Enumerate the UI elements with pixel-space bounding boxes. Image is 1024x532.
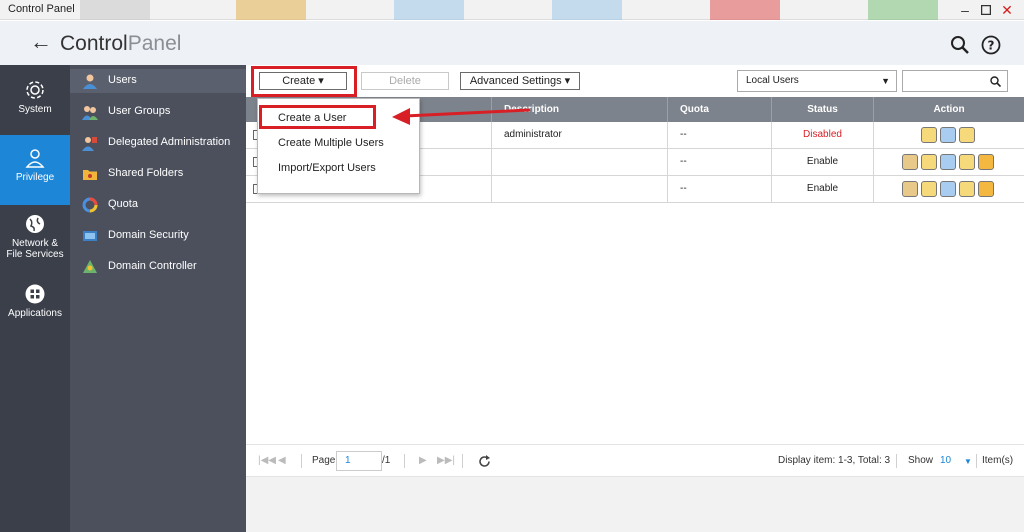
show-label: Show bbox=[908, 455, 934, 466]
items-label: Item(s) bbox=[982, 455, 1014, 466]
display-item-text: Display item: 1-3, Total: 3 bbox=[778, 455, 891, 466]
page-total: /1 bbox=[382, 455, 391, 466]
show-count-select[interactable]: 10 bbox=[940, 455, 951, 466]
page-number-input[interactable]: 1 bbox=[336, 451, 382, 471]
first-page-icon[interactable]: |◀◀ bbox=[258, 455, 276, 466]
chevron-down-icon[interactable]: ▼ bbox=[964, 457, 972, 466]
next-page-icon[interactable]: ▶ bbox=[419, 455, 427, 466]
divider bbox=[976, 454, 977, 468]
pagination-bar: |◀◀ ◀ Page 1 /1 ▶ ▶▶| Display item: 1-3,… bbox=[246, 444, 1024, 477]
last-page-icon[interactable]: ▶▶| bbox=[437, 455, 455, 466]
footer-area bbox=[246, 477, 1024, 532]
refresh-icon[interactable] bbox=[478, 455, 491, 468]
divider bbox=[462, 454, 463, 468]
divider bbox=[301, 454, 302, 468]
divider bbox=[404, 454, 405, 468]
divider bbox=[896, 454, 897, 468]
prev-page-icon[interactable]: ◀ bbox=[278, 455, 286, 466]
page-label: Page bbox=[312, 455, 336, 466]
